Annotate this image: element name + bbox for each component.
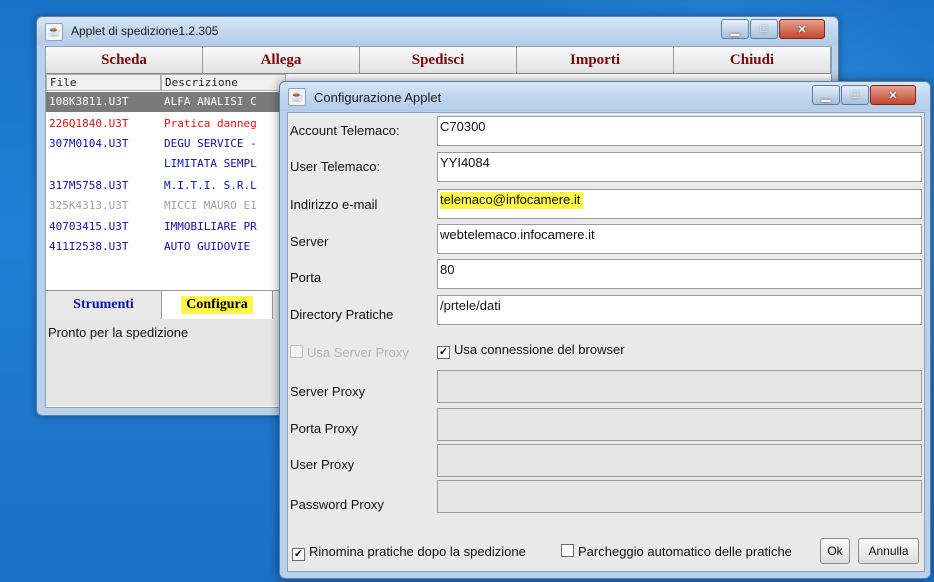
ok-button[interactable]: Ok: [820, 538, 850, 564]
use-browser-connection-label: Usa connessione del browser: [454, 342, 625, 357]
table-row[interactable]: 226Q1840.U3T Pratica danneg: [46, 114, 286, 134]
porta-field[interactable]: 80: [437, 259, 922, 289]
user-telemaco-label: User Telemaco:: [290, 159, 381, 174]
user-proxy-label: User Proxy: [290, 457, 355, 472]
tab-allega[interactable]: Allega: [203, 47, 360, 73]
porta-proxy-label: Porta Proxy: [290, 421, 358, 436]
auto-parking-checkbox[interactable]: Parcheggio automatico delle pratiche: [561, 544, 792, 559]
java-icon: ☕: [45, 23, 63, 41]
porta-label: Porta: [290, 270, 322, 285]
file-cell: 325K4313.U3T: [49, 199, 129, 212]
table-row[interactable]: 325K4313.U3T MICCI MAURO E1: [46, 196, 286, 216]
rename-after-send-label: Rinomina pratiche dopo la spedizione: [309, 544, 526, 559]
bottom-tab-bar: Strumenti Configura: [46, 290, 286, 319]
file-cell: 108K3811.U3T: [49, 95, 129, 108]
description-cell: Pratica danneg: [164, 117, 257, 130]
minimize-button[interactable]: ▁: [812, 85, 840, 105]
tab-spedisci[interactable]: Spedisci: [360, 47, 517, 73]
description-cell: AUTO GUIDOVIE: [164, 240, 251, 253]
column-header-file[interactable]: File: [46, 74, 161, 91]
server-proxy-label: Server Proxy: [290, 384, 366, 399]
table-row[interactable]: LIMITATA SEMPL: [46, 154, 286, 174]
dialog-title: Configurazione Applet: [314, 90, 442, 105]
status-text: Pronto per la spedizione: [46, 319, 286, 406]
cancel-button[interactable]: Annulla: [858, 538, 919, 564]
top-tab-bar: Scheda Allega Spedisci Importi Chiudi: [46, 47, 831, 74]
email-label: Indirizzo e-mail: [290, 197, 378, 212]
dialog-content: Account Telemaco: C70300 User Telemaco: …: [287, 112, 925, 572]
directory-pratiche-label: Directory Pratiche: [290, 307, 394, 322]
tab-importi[interactable]: Importi: [517, 47, 674, 73]
email-field[interactable]: telemaco@infocamere.it: [437, 189, 922, 219]
rename-after-send-checkbox[interactable]: ✓ Rinomina pratiche dopo la spedizione: [292, 544, 526, 561]
server-field[interactable]: webtelemaco.infocamere.it: [437, 224, 922, 254]
description-cell: M.I.T.I. S.R.L: [164, 179, 257, 192]
tab-chiudi[interactable]: Chiudi: [674, 47, 831, 73]
window-controls: ▁ □ ✕: [720, 19, 825, 39]
description-cell: LIMITATA SEMPL: [164, 157, 257, 170]
close-button[interactable]: ✕: [779, 19, 825, 39]
maximize-button[interactable]: □: [841, 85, 869, 105]
tab-scheda[interactable]: Scheda: [46, 47, 203, 73]
file-cell: 307M0104.U3T: [49, 137, 129, 150]
file-cell: 317M5758.U3T: [49, 179, 129, 192]
account-telemaco-field[interactable]: C70300: [437, 116, 922, 146]
table-row[interactable]: 317M5758.U3T M.I.T.I. S.R.L: [46, 176, 286, 196]
description-cell: MICCI MAURO E1: [164, 199, 257, 212]
server-label: Server: [290, 234, 329, 249]
java-icon: ☕: [288, 88, 306, 106]
password-proxy-label: Password Proxy: [290, 497, 384, 512]
tab-strumenti[interactable]: Strumenti: [46, 291, 161, 319]
use-server-proxy-label: Usa Server Proxy: [307, 345, 409, 360]
file-cell: 40703415.U3T: [49, 220, 129, 233]
server-proxy-field[interactable]: [437, 370, 922, 403]
description-cell: ALFA ANALISI C: [164, 95, 257, 108]
porta-proxy-field[interactable]: [437, 408, 922, 441]
use-server-proxy-box: [290, 345, 303, 358]
tab-configura-label: Configura: [181, 296, 253, 314]
tab-configura[interactable]: Configura: [161, 291, 273, 319]
description-cell: DEGU SERVICE -: [164, 137, 257, 150]
use-browser-connection-checkbox[interactable]: ✓ Usa connessione del browser: [437, 342, 625, 359]
password-proxy-field[interactable]: [437, 480, 922, 513]
column-header-descrizione[interactable]: Descrizione: [161, 74, 286, 91]
account-telemaco-label: Account Telemaco:: [290, 123, 400, 138]
file-cell: 411I2538.U3T: [49, 240, 129, 253]
use-server-proxy-checkbox: Usa Server Proxy: [290, 345, 409, 360]
main-window-titlebar[interactable]: ☕ Applet di spedizione1.2.305 ▁ □ ✕: [37, 17, 838, 45]
table-row[interactable]: 108K3811.U3T ALFA ANALISI C: [46, 92, 286, 112]
email-value: telemaco@infocamere.it: [440, 192, 584, 209]
checkmark-icon: ✓: [437, 346, 450, 359]
file-cell: 226Q1840.U3T: [49, 117, 129, 130]
user-telemaco-field[interactable]: YYI4084: [437, 152, 922, 182]
config-dialog: ☕ Configurazione Applet ▁ □ ✕ Account Te…: [279, 81, 931, 579]
dialog-window-controls: ▁ □ ✕: [811, 85, 916, 105]
maximize-button[interactable]: □: [750, 19, 778, 39]
main-window-title: Applet di spedizione1.2.305: [71, 24, 219, 38]
table-row[interactable]: 411I2538.U3T AUTO GUIDOVIE: [46, 237, 286, 257]
auto-parking-box: [561, 544, 574, 557]
table-row[interactable]: 307M0104.U3T DEGU SERVICE -: [46, 134, 286, 154]
dialog-titlebar[interactable]: ☕ Configurazione Applet ▁ □ ✕: [280, 82, 930, 111]
file-table: File Descrizione 108K3811.U3T ALFA ANALI…: [46, 74, 286, 288]
table-row[interactable]: 40703415.U3T IMMOBILIARE PR: [46, 217, 286, 237]
directory-pratiche-field[interactable]: /prtele/dati: [437, 295, 922, 325]
auto-parking-label: Parcheggio automatico delle pratiche: [578, 544, 792, 559]
close-button[interactable]: ✕: [870, 85, 916, 105]
description-cell: IMMOBILIARE PR: [164, 220, 257, 233]
user-proxy-field[interactable]: [437, 444, 922, 477]
checkmark-icon: ✓: [292, 548, 305, 561]
minimize-button[interactable]: ▁: [721, 19, 749, 39]
